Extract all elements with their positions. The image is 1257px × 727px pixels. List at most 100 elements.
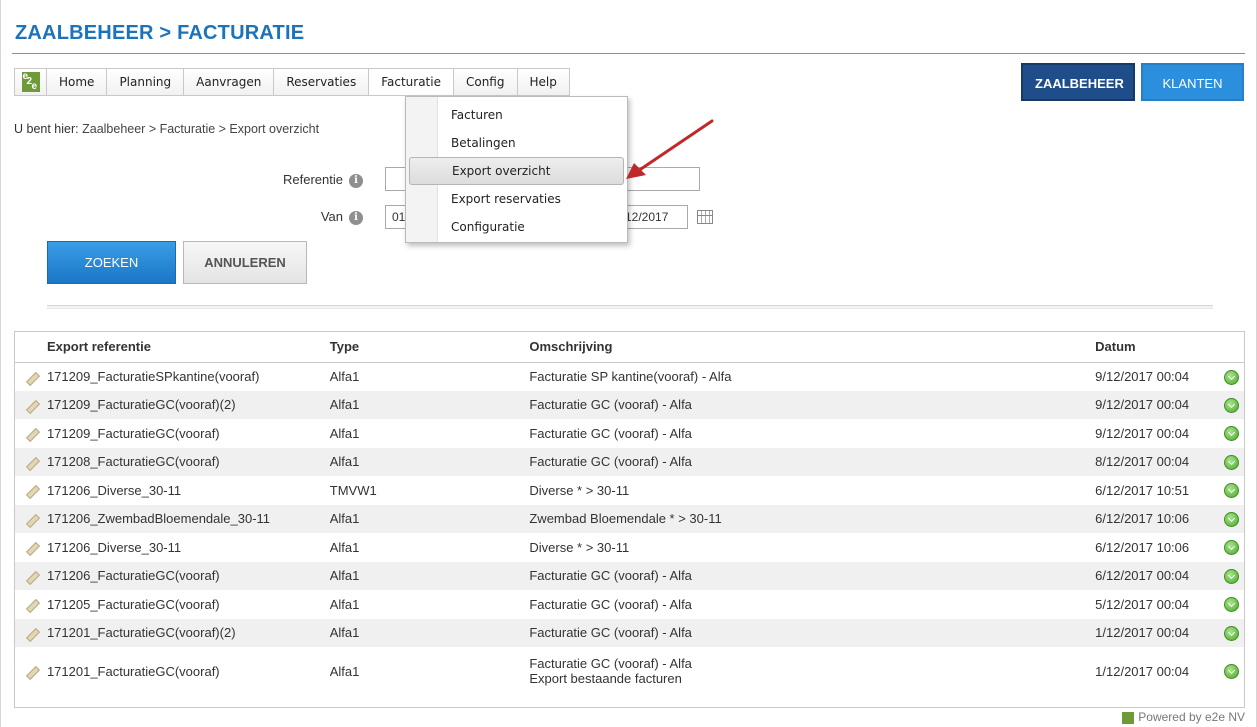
breadcrumb: U bent hier: Zaalbeheer > Facturatie > E… [14,122,319,136]
info-icon[interactable]: i [349,210,363,225]
table-row[interactable]: 171201_FacturatieGC(vooraf) Alfa1 Facturat… [15,647,1244,695]
pencil-icon[interactable] [25,428,37,440]
nav-planning[interactable]: Planning [107,69,185,95]
type-cell: Alfa1 [329,390,530,419]
omschrijving-text: Facturatie GC (vooraf) - Alfa [529,397,692,413]
info-icon[interactable]: i [349,173,363,188]
nav-home[interactable]: Home [47,69,108,95]
nav-help[interactable]: Help [518,69,569,95]
nav-reservaties[interactable]: Reservaties [274,69,370,95]
pencil-icon[interactable] [25,628,37,640]
export-referentie-cell: 171206_Diverse_30-11 [46,482,182,498]
omschrijving-text: Diverse * > 30-11 [529,539,630,555]
column-header-datum[interactable]: Datum [1095,332,1224,363]
table-row[interactable]: 171206_ZwembadBloemendale_30-11 Alfa1 Zwem… [15,504,1244,533]
zaalbeheer-button[interactable]: ZAALBEHEER [1021,63,1135,101]
table-row[interactable]: 171201_FacturatieGC(vooraf)(2) Alfa1 Factu… [15,618,1244,647]
omschrijving-text: Zwembad Bloemendale * > 30-11 [529,511,722,527]
page-title: ZAALBEHEER > FACTURATIE [15,22,305,44]
green-go-icon[interactable] [1223,511,1239,527]
action-cell [1223,561,1244,590]
edit-cell [15,618,47,647]
green-go-icon[interactable] [1223,369,1239,385]
type-cell: Alfa1 [329,663,360,679]
export-referentie-cell: 171205_FacturatieGC(vooraf) [46,596,220,612]
action-cell [1223,476,1244,505]
pencil-icon[interactable] [25,514,37,526]
menu-item-configuratie[interactable]: Configuratie [409,213,624,241]
menu-item-betalingen[interactable]: Betalingen [409,129,624,157]
green-go-icon[interactable] [1223,625,1239,641]
column-header-type[interactable]: Type [329,332,530,363]
nav-config[interactable]: Config [454,69,518,95]
omschrijving-cell: Facturatie GC (vooraf) - Alfa [529,618,1096,647]
nav-aanvragen[interactable]: Aanvragen [184,69,275,95]
edit-cell [15,533,47,562]
datum-cell: 6/12/2017 10:51 [1095,482,1190,498]
section-divider [47,305,1213,309]
omschrijving-cell: Facturatie SP kantine(vooraf) - Alfa [529,362,1095,391]
datum-cell: 5/12/2017 00:04 [1095,596,1190,612]
cancel-button[interactable]: ANNULEREN [183,241,307,284]
omschrijving-text: Facturatie GC (vooraf) - Alfa [529,568,692,584]
menu-item-facturen[interactable]: Facturen [409,101,624,129]
datum-cell: 6/12/2017 10:06 [1095,539,1190,555]
klanten-button[interactable]: KLANTEN [1141,63,1244,101]
pencil-icon[interactable] [25,457,37,469]
omschrijving-cell: Facturatie GC (vooraf) - Alfa [529,447,1096,476]
pencil-icon[interactable] [25,400,37,412]
column-header-omschrijving[interactable]: Omschrijving [529,332,1096,363]
table-row[interactable]: 171209_FacturatieSPkantine(vooraf) Alfa1 F… [15,362,1244,391]
green-go-icon[interactable] [1223,483,1239,499]
green-go-icon[interactable] [1223,540,1239,556]
nav-facturatie[interactable]: Facturatie [369,69,454,95]
breadcrumb-path[interactable]: Zaalbeheer > Facturatie > Export overzic… [82,122,319,136]
pencil-icon[interactable] [25,666,37,678]
datum-cell: 1/12/2017 00:04 [1095,618,1224,647]
breadcrumb-prefix: U bent hier: [14,122,79,136]
table-row[interactable]: 171208_FacturatieGC(vooraf) Alfa1 Facturat… [15,447,1244,476]
type-cell: Alfa1 [329,425,360,441]
datum-cell: 9/12/2017 00:04 [1095,390,1224,419]
pencil-icon[interactable] [25,542,37,554]
omschrijving-text: Facturatie GC (vooraf) - Alfa [529,425,692,441]
table-row[interactable]: 171206_Diverse_30-11 TMVW1 Diverse * > 30-… [15,476,1244,505]
action-cell [1223,533,1244,562]
action-column-header [1223,332,1244,363]
search-button[interactable]: ZOEKEN [47,241,176,284]
action-cell [1223,390,1244,419]
green-go-icon[interactable] [1223,597,1239,613]
table-row[interactable]: 171205_FacturatieGC(vooraf) Alfa1 Facturat… [15,590,1244,619]
export-referentie-cell: 171209_FacturatieGC(vooraf)(2) [46,390,330,419]
van-label-text: Van [320,209,343,224]
pencil-icon[interactable] [25,599,37,611]
green-go-icon[interactable] [1223,426,1239,442]
green-go-icon[interactable] [1223,454,1239,470]
annotation-arrow [626,119,714,179]
action-cell [1223,618,1244,647]
e2e-logo[interactable]: e2e [15,69,47,95]
calendar-icon[interactable] [697,210,713,224]
omschrijving-cell: Diverse * > 30-11 [529,476,1095,505]
pencil-icon[interactable] [25,372,37,384]
green-go-icon[interactable] [1223,664,1239,680]
action-cell [1223,419,1244,448]
pencil-icon[interactable] [25,571,37,583]
table-row[interactable]: 171209_FacturatieGC(vooraf) Alfa1 Facturat… [15,419,1244,448]
menu-item-export-reservaties[interactable]: Export reservaties [409,185,624,213]
e2e-logo-icon: e2e [21,72,40,92]
export-referentie-cell: 171206_ZwembadBloemendale_30-11 [46,504,330,533]
table-row[interactable]: 171206_FacturatieGC(vooraf) Alfa1 Facturat… [15,561,1244,590]
column-header-export-referentie[interactable]: Export referentie [46,332,330,363]
table-row[interactable]: 171209_FacturatieGC(vooraf)(2) Alfa1 Factu… [15,390,1244,419]
export-referentie-cell: 171209_FacturatieGC(vooraf) [46,425,220,441]
pencil-icon[interactable] [25,485,37,497]
footer: Powered by e2e NV [1122,710,1245,724]
menu-item-export-overzicht[interactable]: Export overzicht [409,157,624,185]
e2e-logo-icon [1122,711,1135,724]
table-row[interactable]: 171206_Diverse_30-11 Alfa1 Diverse * > 30-… [15,533,1244,562]
action-cell [1223,447,1244,476]
green-go-icon[interactable] [1223,568,1239,584]
green-go-icon[interactable] [1223,397,1239,413]
omschrijving-cell: Zwembad Bloemendale * > 30-11 [529,504,1096,533]
